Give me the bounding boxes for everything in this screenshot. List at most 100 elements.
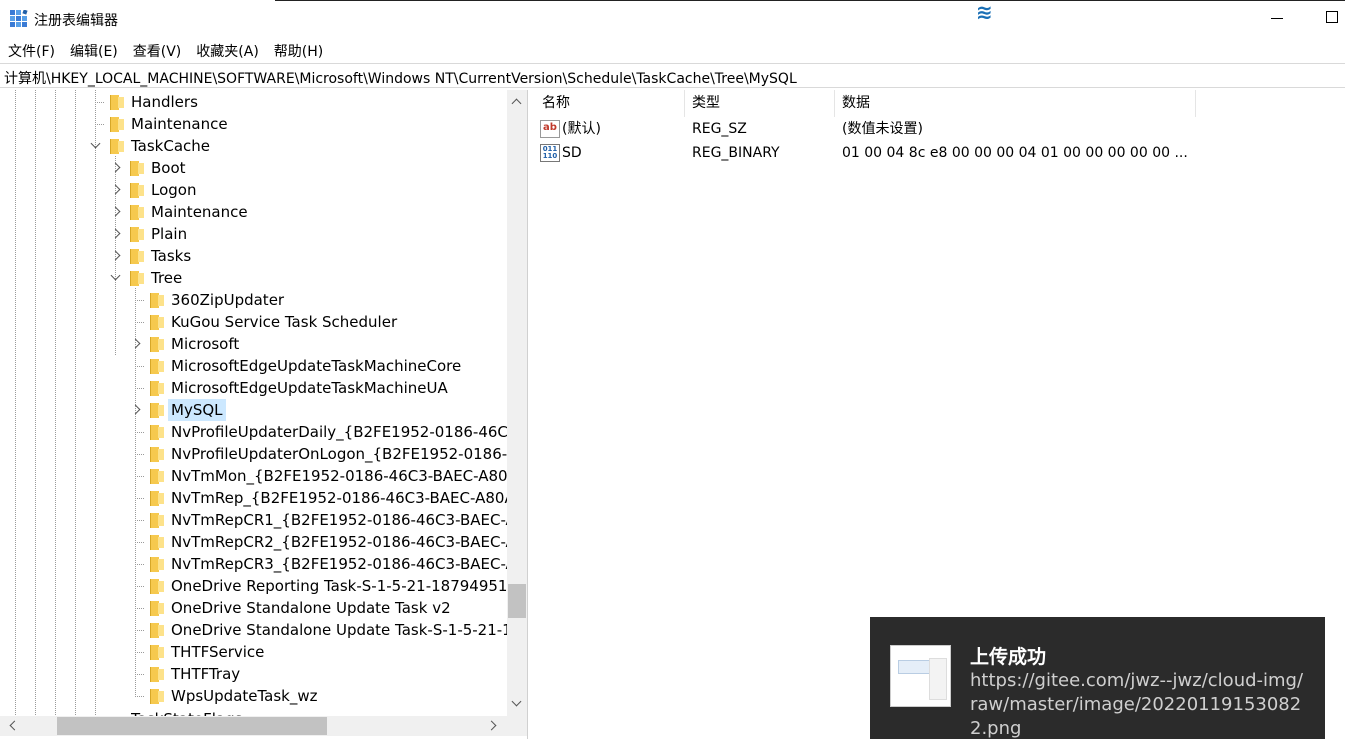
menu-file[interactable]: 文件(F) <box>0 38 62 62</box>
tree-item-label: MySQL <box>168 399 226 421</box>
folder-icon <box>150 557 164 572</box>
tree-guide-line <box>135 476 145 477</box>
value-data: (数值未设置) <box>842 121 923 137</box>
folder-icon <box>150 689 164 704</box>
tree-item[interactable]: Logon <box>0 179 507 201</box>
folder-icon <box>150 425 164 440</box>
tree-guide-line <box>135 542 145 543</box>
expand-chevron-icon[interactable] <box>111 163 121 173</box>
value-row[interactable]: ab (默认) REG_SZ (数值未设置) <box>535 117 1345 141</box>
tree-guide-line <box>135 300 145 301</box>
expand-chevron-icon[interactable] <box>111 251 121 261</box>
tree-item[interactable]: NvTmRepCR1_{B2FE1952-0186-46C3-BAEC-A80A… <box>0 509 507 531</box>
folder-icon <box>130 161 144 176</box>
scroll-right-arrow-icon[interactable] <box>488 721 498 731</box>
folder-icon <box>130 227 144 242</box>
tree-item-label: NvTmRep_{B2FE1952-0186-46C3-BAEC-A80AA35… <box>171 489 507 507</box>
tree-item[interactable]: 360ZipUpdater <box>0 289 507 311</box>
tree-item[interactable]: Tasks <box>0 245 507 267</box>
expand-chevron-icon[interactable] <box>111 207 121 217</box>
expand-chevron-icon[interactable] <box>131 405 141 415</box>
scroll-down-arrow-icon[interactable] <box>512 698 522 708</box>
tree-item[interactable]: WpsUpdateTask_wz <box>0 685 507 707</box>
tree-horizontal-scrollbar[interactable] <box>0 716 507 736</box>
tree-item[interactable]: Maintenance <box>0 113 507 135</box>
folder-icon <box>110 139 124 154</box>
tree-item-label: Tree <box>151 269 183 287</box>
tree-item[interactable]: NvTmRepCR3_{B2FE1952-0186-46C3-BAEC-A80A… <box>0 553 507 575</box>
folder-icon <box>130 183 144 198</box>
address-path[interactable]: 计算机\HKEY_LOCAL_MACHINE\SOFTWARE\Microsof… <box>4 68 797 88</box>
folder-icon <box>150 447 164 462</box>
folder-icon <box>110 95 124 110</box>
minimize-button[interactable] <box>1268 8 1288 28</box>
column-header-data[interactable]: 数据 <box>835 90 1196 117</box>
tree-item[interactable]: Tree <box>0 267 507 289</box>
tree-item[interactable]: Microsoft <box>0 333 507 355</box>
folder-icon <box>150 667 164 682</box>
tree-item[interactable]: Maintenance <box>0 201 507 223</box>
maximize-button[interactable] <box>1326 11 1338 23</box>
column-header-name[interactable]: 名称 <box>535 90 685 117</box>
scroll-up-arrow-icon[interactable] <box>512 97 522 107</box>
folder-icon <box>150 623 164 638</box>
collapse-chevron-icon[interactable] <box>91 141 101 151</box>
value-name: SD <box>562 145 582 161</box>
value-type: REG_SZ <box>692 121 747 137</box>
address-bar[interactable]: 计算机\HKEY_LOCAL_MACHINE\SOFTWARE\Microsof… <box>0 63 1345 88</box>
folder-icon <box>150 535 164 550</box>
tree-item[interactable]: NvTmRep_{B2FE1952-0186-46C3-BAEC-A80AA35… <box>0 487 507 509</box>
tree-item[interactable]: THTFTray <box>0 663 507 685</box>
tree-item[interactable]: KuGou Service Task Scheduler <box>0 311 507 333</box>
folder-icon <box>150 469 164 484</box>
scroll-thumb[interactable] <box>57 717 327 735</box>
column-header-type[interactable]: 类型 <box>685 90 835 117</box>
tree-item[interactable]: MicrosoftEdgeUpdateTaskMachineCore <box>0 355 507 377</box>
expand-chevron-icon[interactable] <box>131 339 141 349</box>
tree-item[interactable]: NvTmMon_{B2FE1952-0186-46C3-BAEC-A80AA35… <box>0 465 507 487</box>
tree-item[interactable]: Plain <box>0 223 507 245</box>
tree-item[interactable]: MicrosoftEdgeUpdateTaskMachineUA <box>0 377 507 399</box>
menu-help[interactable]: 帮助(H) <box>266 38 330 62</box>
tree-item-label: Maintenance <box>151 203 248 221</box>
upload-toast[interactable]: 上传成功 https://gitee.com/jwz--jwz/cloud-im… <box>870 617 1325 739</box>
tree-item[interactable]: OneDrive Standalone Update Task v2 <box>0 597 507 619</box>
tree-item[interactable]: TaskCache <box>0 135 507 157</box>
tree-guide-line <box>135 586 145 587</box>
folder-icon <box>130 249 144 264</box>
key-tree: Handlers Maintenance TaskCache Boot Logon Mai… <box>0 90 507 716</box>
string-value-icon: ab <box>540 120 560 138</box>
window-top-edge <box>275 0 1345 1</box>
tree-item-label: NvProfileUpdaterOnLogon_{B2FE1952-0186-4… <box>171 445 507 463</box>
collapse-chevron-icon[interactable] <box>111 273 121 283</box>
tree-item[interactable]: Handlers <box>0 91 507 113</box>
tree-item[interactable]: MySQL <box>0 399 507 421</box>
folder-icon <box>150 337 164 352</box>
value-row[interactable]: 011 110 SD REG_BINARY 01 00 04 8c e8 00 0… <box>535 141 1345 165</box>
tree-item[interactable]: THTFService <box>0 641 507 663</box>
menu-view[interactable]: 查看(V) <box>125 38 189 62</box>
tree-vertical-scrollbar[interactable] <box>507 90 527 716</box>
overlay-glyph-icon: ≋ <box>976 0 993 24</box>
scroll-left-arrow-icon[interactable] <box>8 721 18 731</box>
tree-item[interactable]: OneDrive Standalone Update Task-S-1-5-21… <box>0 619 507 641</box>
tree-guide-line <box>135 652 145 653</box>
tree-guide-line <box>135 630 145 631</box>
tree-item[interactable]: NvTmRepCR2_{B2FE1952-0186-46C3-BAEC-A80A… <box>0 531 507 553</box>
tree-item-label: THTFService <box>171 643 265 661</box>
tree-item[interactable]: NvProfileUpdaterOnLogon_{B2FE1952-0186-4… <box>0 443 507 465</box>
tree-guide-line <box>135 366 145 367</box>
tree-guide-line <box>95 124 105 125</box>
scroll-thumb[interactable] <box>508 584 526 618</box>
tree-item[interactable]: NvProfileUpdaterDaily_{B2FE1952-0186-46C… <box>0 421 507 443</box>
tree-guide-line <box>135 674 145 675</box>
menu-edit[interactable]: 编辑(E) <box>62 38 125 62</box>
expand-chevron-icon[interactable] <box>111 229 121 239</box>
tree-item-label: Tasks <box>151 247 192 265</box>
folder-icon <box>130 271 144 286</box>
expand-chevron-icon[interactable] <box>111 185 121 195</box>
binary-value-icon: 011 110 <box>540 144 560 162</box>
menu-favorites[interactable]: 收藏夹(A) <box>188 38 266 62</box>
tree-item[interactable]: Boot <box>0 157 507 179</box>
tree-item[interactable]: OneDrive Reporting Task-S-1-5-21-1879495… <box>0 575 507 597</box>
